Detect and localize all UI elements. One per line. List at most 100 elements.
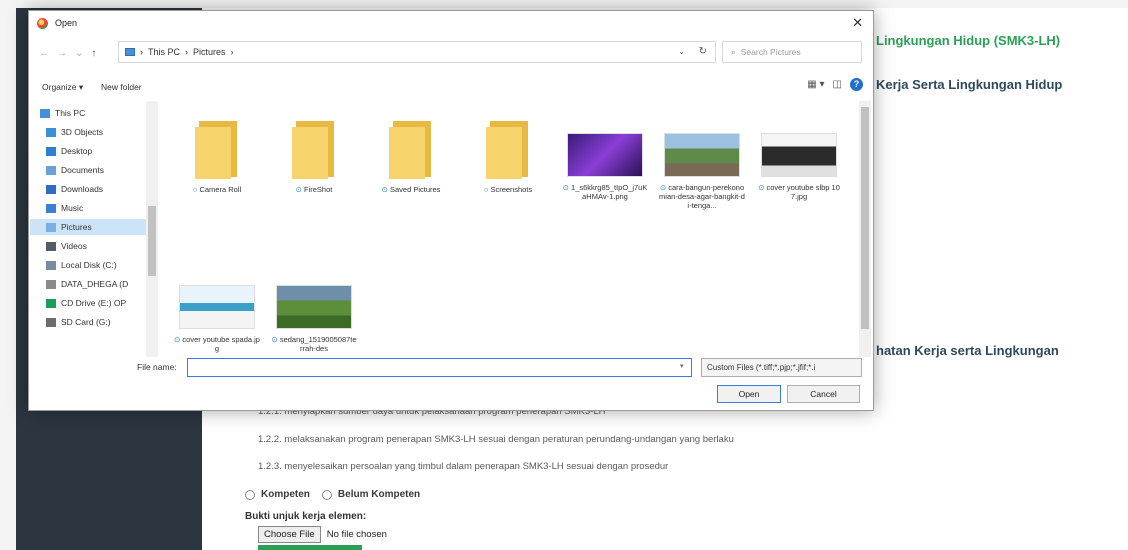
nav-item-label: Documents — [61, 165, 104, 175]
nav-scroll-thumb[interactable] — [148, 206, 156, 276]
nav-item-icon — [46, 184, 56, 194]
chevron-down-icon[interactable]: ⌄ — [678, 47, 685, 56]
folder-item[interactable]: ○ Screenshots — [465, 119, 551, 194]
help-icon[interactable]: ? — [850, 78, 863, 91]
page-subheading-2: hatan Kerja serta Lingkungan — [876, 343, 1059, 358]
image-thumbnail — [179, 285, 255, 329]
breadcrumb-sep: › — [140, 47, 143, 57]
file-name: Camera Roll — [199, 185, 242, 194]
nav-item-label: SD Card (G:) — [61, 317, 111, 327]
nav-item[interactable]: Documents — [30, 162, 148, 178]
up-icon[interactable]: ↑ — [91, 48, 96, 59]
close-icon[interactable]: ✕ — [852, 16, 863, 29]
folder-icon — [292, 119, 336, 179]
image-file-item[interactable]: ⊙ 1_s6kkrg85_tIpO_j7uKaHMAv-1.png — [562, 119, 648, 201]
nav-item-label: 3D Objects — [61, 127, 104, 137]
no-file-text: No file chosen — [326, 529, 387, 540]
breadcrumb-sep: › — [185, 47, 189, 57]
nav-item-label: DATA_DHEGA (D — [61, 279, 129, 289]
nav-item-icon — [46, 127, 56, 137]
folder-icon — [389, 119, 433, 179]
breadcrumb-sep: › — [230, 47, 234, 57]
nav-item[interactable]: Local Disk (C:) — [30, 257, 148, 273]
files-scrollbar[interactable] — [859, 101, 871, 357]
nav-item[interactable]: Downloads — [30, 181, 148, 197]
nav-item[interactable]: CD Drive (E:) OP — [30, 295, 148, 311]
preview-pane-icon[interactable]: ◫ — [833, 79, 842, 90]
nav-item[interactable]: DATA_DHEGA (D — [30, 276, 148, 292]
nav-item-icon — [46, 260, 56, 270]
nav-item-icon — [46, 317, 56, 327]
address-bar[interactable]: › This PC › Pictures › ⌄ ↻ — [118, 41, 716, 63]
nav-item-label: Local Disk (C:) — [61, 260, 117, 270]
image-thumbnail — [761, 133, 837, 177]
nav-item[interactable]: Pictures — [30, 219, 148, 235]
view-options-icon[interactable]: ▦ ▾ — [807, 79, 824, 90]
image-file-item[interactable]: ⊙ cara-bangun-perekonomian-desa-agar-ban… — [659, 119, 745, 210]
nav-item-label: Downloads — [61, 184, 104, 194]
search-icon: ⌕ — [731, 46, 736, 57]
nav-item[interactable]: Videos — [30, 238, 148, 254]
breadcrumb-this-pc[interactable]: This PC — [148, 47, 180, 57]
file-type-value: Custom Files (*.tiff;*.pjp;*.jfif;*.i — [707, 363, 816, 372]
files-scroll-thumb[interactable] — [861, 107, 869, 329]
image-file-item[interactable]: ⊙ sedang_1519005087terrah-des — [271, 271, 357, 353]
organize-button[interactable]: Organize ▾ — [42, 82, 83, 93]
belum-kompeten-radio[interactable] — [321, 489, 332, 500]
sync-status-icon: ○ — [483, 185, 489, 194]
refresh-icon[interactable]: ↻ — [699, 46, 707, 57]
search-placeholder: Search Pictures — [740, 47, 801, 57]
image-file-item[interactable]: ⊙ cover youtube slbp 107.jpg — [756, 119, 842, 201]
kompeten-radio[interactable] — [245, 489, 255, 500]
image-thumbnail — [276, 285, 352, 329]
image-file-item[interactable]: ⊙ cover youtube spada.jpg — [174, 271, 260, 353]
forward-icon[interactable]: → — [57, 48, 67, 59]
sync-status-icon: ⊙ — [758, 183, 765, 192]
folder-item[interactable]: ⊙ FireShot — [271, 119, 357, 194]
open-button[interactable]: Open — [717, 385, 781, 403]
criteria-line-3: 1.2.3. menyelesaikan persoalan yang timb… — [258, 461, 669, 472]
folder-icon — [486, 119, 530, 179]
sync-status-icon: ⊙ — [381, 185, 388, 194]
folder-item[interactable]: ○ Camera Roll — [174, 119, 260, 194]
new-folder-button[interactable]: New folder — [101, 82, 142, 92]
search-input[interactable]: ⌕ Search Pictures — [722, 41, 862, 63]
cancel-button[interactable]: Cancel — [787, 385, 860, 403]
chevron-down-icon[interactable]: ▾ — [680, 362, 684, 370]
file-list: ○ Camera Roll ⊙ FireShot ⊙ Saved Pictures ○… — [169, 101, 859, 357]
sync-status-icon: ⊙ — [659, 183, 667, 192]
breadcrumb-pictures[interactable]: Pictures — [193, 47, 226, 57]
nav-item-icon — [46, 222, 56, 232]
nav-item[interactable]: Music — [30, 200, 148, 216]
recent-icon[interactable]: ⌄ — [75, 48, 83, 59]
image-thumbnail — [567, 133, 643, 177]
file-name: 1_s6kkrg85_tIpO_j7uKaHMAv-1.png — [571, 183, 648, 201]
folder-icon — [195, 119, 239, 179]
file-type-select[interactable]: Custom Files (*.tiff;*.pjp;*.jfif;*.i — [701, 358, 862, 377]
nav-item[interactable]: 3D Objects — [30, 124, 148, 140]
nav-item-label: Pictures — [61, 222, 92, 232]
nav-scrollbar[interactable] — [146, 101, 158, 357]
nav-item[interactable]: This PC — [30, 105, 148, 121]
nav-item-icon — [46, 203, 56, 213]
chrome-icon — [37, 18, 48, 29]
choose-file-button[interactable]: Choose File — [258, 526, 321, 543]
pc-icon — [125, 48, 135, 56]
file-name: Screenshots — [490, 185, 533, 194]
nav-item-label: Videos — [61, 241, 87, 251]
nav-item-icon — [46, 298, 56, 308]
folder-item[interactable]: ⊙ Saved Pictures — [368, 119, 454, 194]
command-bar: Organize ▾ New folder ▦ ▾ ◫ ? — [29, 73, 873, 101]
back-icon[interactable]: ← — [39, 48, 49, 59]
submit-bar[interactable] — [258, 545, 362, 550]
filename-input[interactable] — [187, 358, 692, 377]
sync-status-icon: ⊙ — [562, 183, 569, 192]
nav-item[interactable]: SD Card (G:) — [30, 314, 148, 330]
nav-item-icon — [46, 241, 56, 251]
page-heading: Lingkungan Hidup (SMK3-LH) — [876, 33, 1061, 48]
open-dialog: Open ✕ ← → ⌄ ↑ › This PC › Pictures › ⌄ … — [28, 10, 874, 411]
file-name: cover youtube spada.jpg — [182, 335, 260, 353]
file-name: sedang_1519005087terrah-des — [279, 335, 357, 353]
nav-item[interactable]: Desktop — [30, 143, 148, 159]
navigation-pane: This PC 3D Objects Desktop Documents Downloa… — [30, 101, 160, 357]
